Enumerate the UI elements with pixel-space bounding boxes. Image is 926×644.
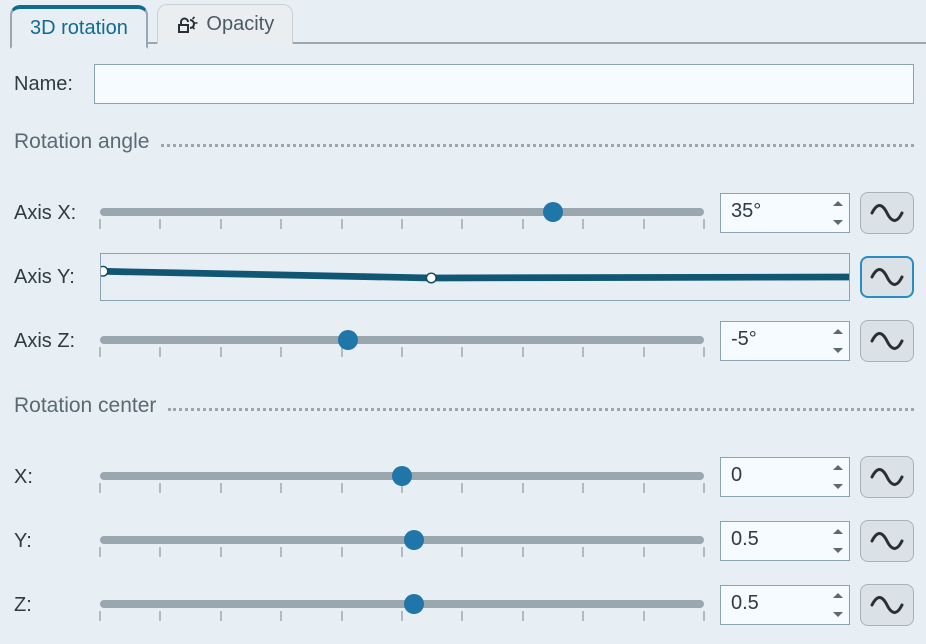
axis-z-label: Axis Z: <box>14 330 100 353</box>
row-center-z: Z: 0.5 <box>14 582 914 628</box>
spin-up-icon[interactable] <box>827 322 849 341</box>
group-rotation-center: Rotation center <box>14 394 914 418</box>
axis-x-value: 35° <box>721 194 827 232</box>
center-y-slider[interactable] <box>100 521 704 561</box>
axis-z-slider[interactable] <box>100 321 704 361</box>
name-row: Name: <box>14 64 914 104</box>
tab-opacity[interactable]: Opacity <box>157 4 293 44</box>
spin-up-icon[interactable] <box>827 458 849 477</box>
axis-x-label: Axis X: <box>14 202 100 225</box>
spin-up-icon[interactable] <box>827 194 849 213</box>
axis-y-wave-button[interactable] <box>860 256 914 298</box>
row-center-y: Y: 0.5 <box>14 518 914 564</box>
axis-z-spin[interactable]: -5° <box>720 321 850 361</box>
wave-icon <box>870 331 904 351</box>
wave-icon <box>870 267 904 287</box>
slider-thumb[interactable] <box>392 466 412 486</box>
axis-y-label: Axis Y: <box>14 266 100 289</box>
group-rule <box>161 144 914 147</box>
row-axis-z: Axis Z: -5° <box>14 318 914 364</box>
axis-x-spin[interactable]: 35° <box>720 193 850 233</box>
slider-track <box>100 336 704 344</box>
center-x-wave-button[interactable] <box>860 456 914 498</box>
row-center-x: X: 0 <box>14 454 914 500</box>
center-z-spin[interactable]: 0.5 <box>720 585 850 625</box>
slider-thumb[interactable] <box>404 530 424 550</box>
slider-ticks <box>100 347 704 359</box>
slider-track <box>100 600 704 608</box>
center-z-label: Z: <box>14 594 100 617</box>
spin-up-icon[interactable] <box>827 586 849 605</box>
spin-arrows <box>827 458 849 496</box>
axis-y-envelope[interactable] <box>100 253 850 301</box>
center-z-wave-button[interactable] <box>860 584 914 626</box>
row-axis-y: Axis Y: <box>14 254 914 300</box>
tab-bar: 3D rotation Opacity <box>0 0 926 44</box>
group-rule <box>168 408 914 411</box>
center-y-spin[interactable]: 0.5 <box>720 521 850 561</box>
wave-icon <box>870 203 904 223</box>
spin-up-icon[interactable] <box>827 522 849 541</box>
group-rotation-angle-label: Rotation angle <box>14 130 149 154</box>
wave-icon <box>870 531 904 551</box>
center-y-label: Y: <box>14 530 100 553</box>
lock-icon <box>176 16 198 34</box>
spin-arrows <box>827 586 849 624</box>
slider-track <box>100 208 704 216</box>
axis-x-wave-button[interactable] <box>860 192 914 234</box>
spin-down-icon[interactable] <box>827 541 849 560</box>
slider-thumb[interactable] <box>543 202 563 222</box>
center-z-value: 0.5 <box>721 586 827 624</box>
tab-3d-rotation-label: 3D rotation <box>30 17 128 40</box>
center-x-value: 0 <box>721 458 827 496</box>
axis-x-slider[interactable] <box>100 193 704 233</box>
axis-z-value: -5° <box>721 322 827 360</box>
spin-arrows <box>827 194 849 232</box>
slider-thumb[interactable] <box>338 330 358 350</box>
slider-ticks <box>100 547 704 559</box>
spin-arrows <box>827 522 849 560</box>
panel-content: Name: Rotation angle Axis X: 35° <box>0 44 926 628</box>
center-x-label: X: <box>14 466 100 489</box>
wave-icon <box>870 595 904 615</box>
center-z-slider[interactable] <box>100 585 704 625</box>
center-x-slider[interactable] <box>100 457 704 497</box>
spin-down-icon[interactable] <box>827 341 849 360</box>
center-x-spin[interactable]: 0 <box>720 457 850 497</box>
center-y-wave-button[interactable] <box>860 520 914 562</box>
axis-z-wave-button[interactable] <box>860 320 914 362</box>
spin-down-icon[interactable] <box>827 605 849 624</box>
group-rotation-center-label: Rotation center <box>14 394 156 418</box>
center-y-value: 0.5 <box>721 522 827 560</box>
wave-icon <box>870 467 904 487</box>
spin-down-icon[interactable] <box>827 213 849 232</box>
group-rotation-angle: Rotation angle <box>14 130 914 154</box>
name-label: Name: <box>14 73 94 96</box>
tab-opacity-label: Opacity <box>206 13 274 36</box>
slider-ticks <box>100 611 704 623</box>
spin-down-icon[interactable] <box>827 477 849 496</box>
name-input[interactable] <box>94 64 914 104</box>
tab-3d-rotation[interactable]: 3D rotation <box>10 5 148 49</box>
slider-track <box>100 536 704 544</box>
slider-ticks <box>100 219 704 231</box>
slider-thumb[interactable] <box>404 594 424 614</box>
spin-arrows <box>827 322 849 360</box>
row-axis-x: Axis X: 35° <box>14 190 914 236</box>
